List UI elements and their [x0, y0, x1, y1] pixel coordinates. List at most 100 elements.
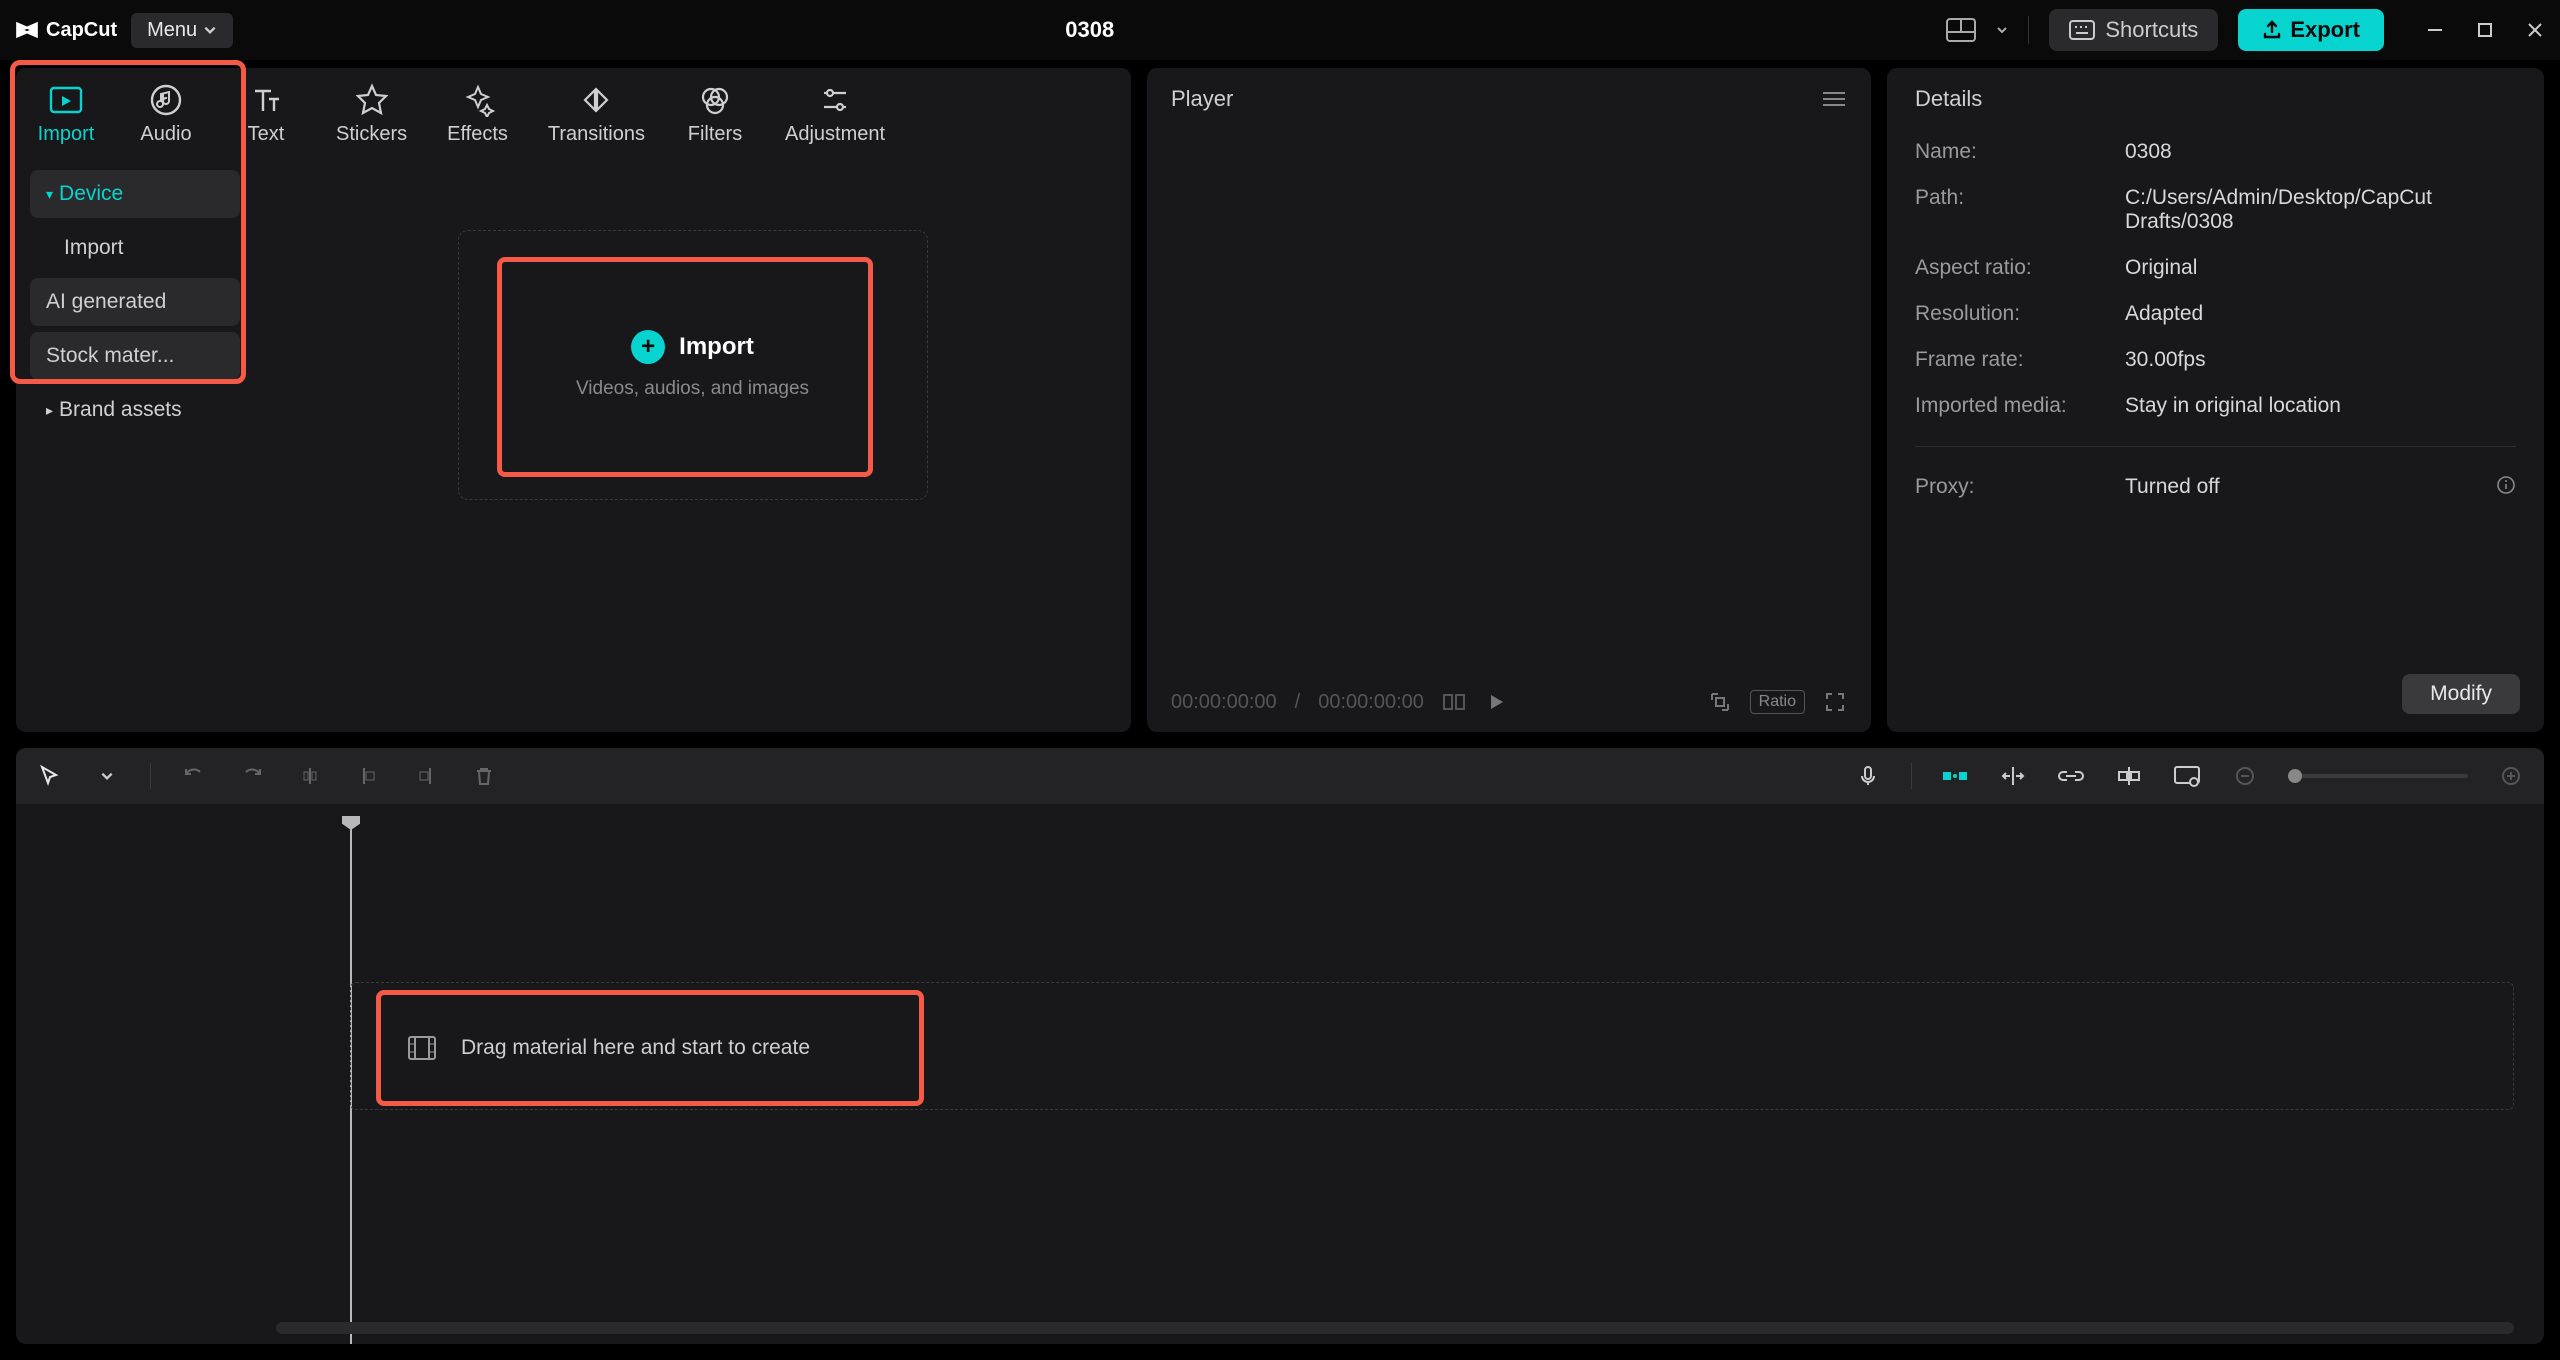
tab-transitions[interactable]: Transitions [528, 73, 665, 156]
import-title: Import [679, 333, 754, 361]
menu-button[interactable]: Menu [131, 13, 233, 48]
shortcuts-label: Shortcuts [2105, 17, 2198, 43]
compare-icon[interactable] [1442, 690, 1466, 714]
fullscreen-icon[interactable] [1823, 690, 1847, 714]
media-panel: Import Audio Text Stickers Effects [16, 68, 1131, 732]
detail-value: 30.00fps [2125, 348, 2206, 372]
effects-icon [461, 83, 495, 117]
close-button[interactable] [2524, 19, 2546, 41]
zoom-slider[interactable] [2288, 774, 2468, 778]
app-name: CapCut [46, 19, 117, 42]
split-tool[interactable] [295, 761, 325, 791]
detail-row-name: Name:0308 [1915, 140, 2516, 164]
import-dropzone[interactable]: + Import Videos, audios, and images [458, 230, 928, 500]
preview-axis-button[interactable] [1998, 761, 2028, 791]
sidebar-label: Device [59, 182, 123, 206]
detail-label: Aspect ratio: [1915, 256, 2125, 280]
redo-button[interactable] [237, 761, 267, 791]
player-viewport[interactable] [1147, 130, 1871, 678]
details-footer: Modify [1887, 660, 2544, 732]
detail-label: Resolution: [1915, 302, 2125, 326]
detail-row-proxy: Proxy:Turned off [1915, 475, 2516, 499]
tab-label: Audio [140, 123, 191, 146]
main-area: Import Audio Text Stickers Effects [0, 60, 2560, 740]
align-button[interactable] [2114, 761, 2144, 791]
tab-effects[interactable]: Effects [427, 73, 528, 156]
details-panel: Details Name:0308 Path:C:/Users/Admin/De… [1887, 68, 2544, 732]
caret-down-icon: ▾ [46, 186, 53, 203]
export-icon [2262, 20, 2282, 40]
details-title: Details [1887, 68, 2544, 130]
tab-text[interactable]: Text [216, 73, 316, 156]
sidebar-label: Stock mater... [46, 344, 174, 368]
sidebar-item-ai-generated[interactable]: AI generated [30, 278, 240, 326]
tab-label: Adjustment [785, 123, 885, 146]
sidebar-item-import[interactable]: Import [30, 224, 240, 272]
modify-button[interactable]: Modify [2402, 674, 2520, 714]
play-icon[interactable] [1484, 690, 1508, 714]
undo-button[interactable] [179, 761, 209, 791]
divider [150, 763, 151, 789]
info-icon[interactable] [2496, 475, 2516, 495]
player-panel: Player 00:00:00:00 / 00:00:00:00 Ratio [1147, 68, 1871, 732]
hamburger-icon[interactable] [1821, 89, 1847, 109]
chevron-down-icon [203, 23, 217, 37]
chevron-down-icon[interactable] [92, 761, 122, 791]
split-left-tool[interactable] [353, 761, 383, 791]
minimize-button[interactable] [2424, 19, 2446, 41]
tab-stickers[interactable]: Stickers [316, 73, 427, 156]
stickers-icon [355, 83, 389, 117]
tab-label: Import [38, 123, 95, 146]
detail-row-fps: Frame rate:30.00fps [1915, 348, 2516, 372]
preview-mode-button[interactable] [2172, 761, 2202, 791]
tab-label: Stickers [336, 123, 407, 146]
detail-row-path: Path:C:/Users/Admin/Desktop/CapCut Draft… [1915, 186, 2516, 234]
media-content: + Import Videos, audios, and images [254, 68, 1131, 732]
sidebar-item-brand-assets[interactable]: ▸Brand assets [30, 386, 240, 434]
scale-icon[interactable] [1708, 690, 1732, 714]
export-button[interactable]: Export [2238, 9, 2384, 51]
detail-value: Adapted [2125, 302, 2203, 326]
ratio-button[interactable]: Ratio [1750, 690, 1805, 714]
link-button[interactable] [2056, 761, 2086, 791]
divider [2028, 16, 2029, 44]
shortcuts-button[interactable]: Shortcuts [2049, 9, 2218, 51]
app-logo: CapCut [14, 17, 117, 43]
timeline-track-lane[interactable] [350, 982, 2514, 1110]
sidebar-item-stock-material[interactable]: Stock mater... [30, 332, 240, 380]
plus-icon: + [631, 330, 665, 364]
tab-audio[interactable]: Audio [116, 73, 216, 156]
time-current: 00:00:00:00 [1171, 691, 1277, 714]
media-sidebar: ▾ Device Import AI generated Stock mater.… [16, 68, 254, 732]
zoom-in-button[interactable] [2496, 761, 2526, 791]
zoom-out-button[interactable] [2230, 761, 2260, 791]
player-controls: 00:00:00:00 / 00:00:00:00 Ratio [1147, 678, 1871, 732]
titlebar: CapCut Menu 0308 Shortcuts Export [0, 0, 2560, 60]
detail-value: Turned off [2125, 475, 2220, 499]
timeline-body[interactable]: Drag material here and start to create [16, 804, 2544, 1344]
layout-icon[interactable] [1946, 18, 1976, 42]
delete-tool[interactable] [469, 761, 499, 791]
time-separator: / [1295, 691, 1301, 714]
timeline-scrollbar[interactable] [276, 1322, 2514, 1334]
tab-label: Text [248, 123, 285, 146]
transitions-icon [579, 83, 613, 117]
detail-row-aspect: Aspect ratio:Original [1915, 256, 2516, 280]
export-label: Export [2290, 17, 2360, 43]
snap-toggle[interactable] [1940, 761, 1970, 791]
select-tool[interactable] [34, 761, 64, 791]
tab-import[interactable]: Import [16, 73, 116, 156]
sidebar-item-device[interactable]: ▾ Device [30, 170, 240, 218]
titlebar-right: Shortcuts Export [1946, 9, 2546, 51]
import-subtitle: Videos, audios, and images [576, 378, 809, 400]
tab-filters[interactable]: Filters [665, 73, 765, 156]
mic-button[interactable] [1853, 761, 1883, 791]
split-right-tool[interactable] [411, 761, 441, 791]
sidebar-label: AI generated [46, 290, 166, 314]
adjustment-icon [818, 83, 852, 117]
detail-label: Path: [1915, 186, 2125, 234]
tab-label: Transitions [548, 123, 645, 146]
tab-adjustment[interactable]: Adjustment [765, 73, 905, 156]
maximize-button[interactable] [2474, 19, 2496, 41]
chevron-down-icon[interactable] [1996, 24, 2008, 36]
